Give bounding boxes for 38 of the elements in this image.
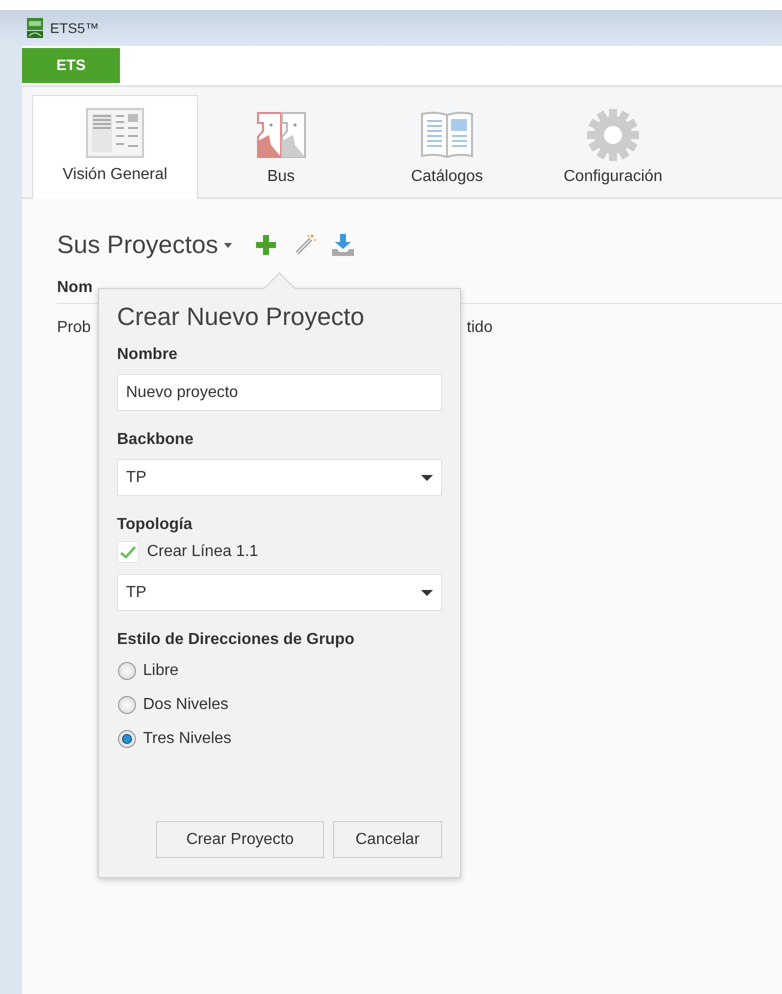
- caret-icon[interactable]: [224, 242, 232, 248]
- popup-title: Crear Nuevo Proyecto: [117, 303, 366, 332]
- settings-icon: [586, 108, 640, 162]
- book-icon: [420, 111, 474, 160]
- section-title: Sus Proyectos: [57, 230, 218, 260]
- radio-label[interactable]: Dos Niveles: [143, 696, 228, 714]
- window-title: ETS5™: [50, 20, 100, 36]
- radio-label[interactable]: Libre: [143, 662, 179, 680]
- radio-button[interactable]: [117, 729, 137, 749]
- ribbon-tab[interactable]: Bus: [198, 97, 364, 200]
- checkbox[interactable]: [117, 541, 139, 563]
- plus-icon[interactable]: [256, 235, 276, 256]
- field-label: Estilo de Direcciones de Grupo: [117, 631, 354, 649]
- input-field[interactable]: Nuevo proyecto: [117, 374, 442, 411]
- caret-icon: [421, 474, 433, 480]
- app-logo-icon: [26, 18, 44, 38]
- cancel-button[interactable]: Cancelar: [333, 821, 442, 858]
- dropdown[interactable]: TP: [117, 459, 442, 496]
- ribbon-tab[interactable]: Visión General: [32, 95, 198, 200]
- field-label: Backbone: [117, 431, 194, 449]
- field-label: Nombre: [117, 346, 178, 364]
- radio-label[interactable]: Tres Niveles: [143, 730, 232, 748]
- field-label: Topología: [117, 516, 192, 534]
- radio-button[interactable]: [117, 695, 137, 715]
- caret-icon: [421, 590, 433, 596]
- dropdown[interactable]: TP: [117, 574, 442, 611]
- magic-wand-icon[interactable]: [294, 234, 316, 256]
- column-header: Nom: [57, 279, 93, 298]
- radio-button[interactable]: [117, 661, 137, 681]
- create-button[interactable]: Crear Proyecto: [156, 821, 324, 858]
- ribbon-tab[interactable]: Catálogos: [364, 97, 530, 200]
- bus-devices-icon: [255, 111, 307, 160]
- ribbon-tab[interactable]: Configuración: [530, 97, 696, 200]
- document-icon: [86, 108, 144, 158]
- download-icon[interactable]: [332, 234, 354, 256]
- table-cell: tido: [466, 319, 493, 338]
- checkbox-label[interactable]: Crear Línea 1.1: [147, 543, 258, 561]
- table-cell: Prob: [57, 319, 91, 338]
